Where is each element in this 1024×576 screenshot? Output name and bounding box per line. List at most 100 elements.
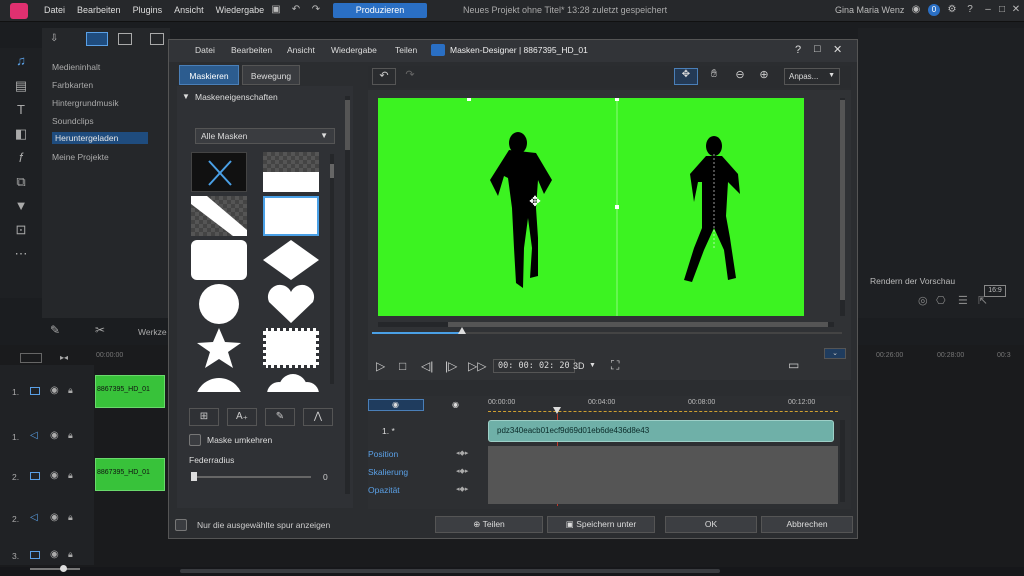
visibility-eye-icon[interactable]: ◉ (50, 470, 59, 481)
add-image-mask-icon[interactable]: ⊞ (189, 408, 219, 426)
mask-stamp[interactable] (263, 328, 319, 368)
props-scrollbar[interactable] (345, 96, 350, 494)
menu-datei[interactable]: Datei (44, 5, 65, 15)
hand-tool-icon[interactable]: ✋︎ (704, 68, 724, 85)
menu-wiedergabe[interactable]: Wiedergabe (216, 5, 265, 15)
mask-diamond[interactable] (263, 240, 319, 280)
visibility-eye-icon[interactable]: ◉ (50, 549, 59, 560)
camera-icon[interactable]: ⎔ (936, 294, 946, 307)
subtitle-room-icon[interactable]: ⊡ (13, 222, 29, 238)
kf-v-scrollbar[interactable] (840, 420, 845, 502)
audio-track-icon[interactable]: ◁ (30, 430, 38, 441)
pip-room-icon[interactable]: ⧉ (13, 174, 29, 190)
prev-frame-icon[interactable]: ◁| (421, 359, 433, 373)
keyframe-remove-icon[interactable]: ◉ (452, 400, 459, 409)
media-item-soundclips[interactable]: Soundclips (52, 116, 94, 126)
move-tool-icon[interactable]: ✥ (674, 68, 698, 85)
mask-circle[interactable] (191, 284, 247, 324)
audio-track-icon[interactable]: ◁ (30, 512, 38, 523)
next-frame-icon[interactable]: |▷ (445, 359, 457, 373)
playback-handle[interactable] (458, 327, 466, 334)
invert-mask-checkbox[interactable] (189, 434, 201, 446)
tab-bewegung[interactable]: Bewegung (242, 65, 300, 85)
detach-icon[interactable]: ⇱ (978, 294, 987, 307)
snapshot-icon[interactable]: ◎ (918, 294, 928, 307)
dlg-menu-bearbeiten[interactable]: Bearbeiten (231, 45, 272, 55)
timecode-display[interactable]: 00: 00: 02: 20 (493, 359, 575, 373)
account-icon[interactable]: ◉ (910, 4, 922, 16)
video-track-icon[interactable] (30, 387, 40, 395)
kf-zoom-slider[interactable] (368, 500, 488, 504)
play-icon[interactable]: ▷ (376, 359, 385, 373)
lock-icon[interactable]: 🔒︎ (68, 470, 73, 481)
collapse-triangle-icon[interactable]: ▼ (182, 92, 190, 101)
maximize-icon[interactable]: □ (814, 43, 821, 55)
visibility-eye-icon[interactable]: ◉ (50, 512, 59, 523)
mask-filter-dropdown[interactable]: Alle Masken ▼ (195, 128, 335, 144)
dlg-menu-datei[interactable]: Datei (195, 45, 215, 55)
props-scroll-thumb[interactable] (345, 100, 350, 150)
aspect-dropdown[interactable]: 16:9 (984, 285, 1006, 297)
chevron-down-icon[interactable]: ▼ (589, 362, 596, 369)
redo-icon[interactable]: ↷ (310, 4, 322, 16)
particle-room-icon[interactable]: ▼ (13, 198, 29, 214)
media-item-heruntergeladen[interactable]: Heruntergeladen (52, 132, 148, 144)
keyframe-nav-icon[interactable]: ◂◆▸ (456, 467, 468, 475)
lock-icon[interactable]: 🔒︎ (68, 549, 73, 560)
save-icon[interactable]: ▣ (270, 4, 282, 16)
keyframe-add-icon[interactable]: ◉ (392, 400, 399, 409)
help-icon[interactable]: ? (964, 4, 976, 16)
produce-button[interactable]: Produzieren (333, 3, 427, 18)
zoom-out-icon[interactable]: ⊖ (730, 68, 750, 85)
menu-bearbeiten[interactable]: Bearbeiten (77, 5, 121, 15)
help-icon[interactable]: ? (795, 44, 801, 56)
mask-burst[interactable] (191, 372, 247, 392)
zoom-handle[interactable] (60, 565, 67, 572)
video-clip[interactable]: 8867395_HD_01 (95, 375, 165, 408)
lock-icon[interactable]: 🔒︎ (68, 385, 73, 396)
mask-cloud[interactable] (263, 372, 319, 392)
save-as-button[interactable]: ▣ Speichern unter (547, 516, 655, 533)
grid-view-icon[interactable] (86, 32, 108, 46)
feather-slider[interactable] (191, 476, 311, 478)
redo-icon[interactable]: ↷ (398, 68, 422, 85)
preview-h-scroll-thumb[interactable] (448, 322, 828, 327)
undo-icon[interactable]: ↶ (290, 4, 302, 16)
scissors-icon[interactable]: ✂ (95, 323, 105, 337)
media-item-meine-projekte[interactable]: Meine Projekte (52, 152, 109, 162)
visibility-eye-icon[interactable]: ◉ (50, 385, 59, 396)
3d-mode-dropdown[interactable]: 3D (573, 361, 585, 371)
maximize-icon[interactable]: □ (996, 4, 1008, 16)
video-track-icon[interactable] (30, 551, 40, 559)
dlg-menu-ansicht[interactable]: Ansicht (287, 45, 315, 55)
video-clip[interactable]: 8867395_HD_01 (95, 458, 165, 491)
notification-badge[interactable]: 0 (928, 4, 940, 16)
filmstrip-icon[interactable] (118, 33, 132, 45)
more-icon[interactable]: ⋯ (13, 246, 29, 262)
undo-icon[interactable]: ↶ (372, 68, 396, 85)
title-room-icon[interactable]: T (13, 102, 29, 118)
kf-row-scale[interactable]: Skalierung (368, 467, 408, 477)
track-manager-icon[interactable] (20, 353, 42, 363)
close-icon[interactable]: ✕ (1010, 4, 1022, 16)
timeline-scroll-thumb[interactable] (180, 569, 720, 573)
lock-icon[interactable]: 🔒︎ (68, 512, 73, 523)
kf-row-position[interactable]: Position (368, 449, 398, 459)
import-icon[interactable]: ⇩ (50, 33, 64, 45)
zoom-in-icon[interactable]: ⊕ (754, 68, 774, 85)
shapes-scroll-thumb[interactable] (330, 164, 334, 178)
kf-playhead[interactable] (553, 407, 561, 414)
lock-icon[interactable]: 🔒︎ (68, 430, 73, 441)
keyframe-nav-icon[interactable]: ◂◆▸ (456, 485, 468, 493)
polygon-mask-icon[interactable]: ⋀ (303, 408, 333, 426)
menu-ansicht[interactable]: Ansicht (174, 5, 204, 15)
dlg-menu-wiedergabe[interactable]: Wiedergabe (331, 45, 377, 55)
mask-rectangle[interactable] (263, 196, 319, 236)
media-item-hintergrundmusik[interactable]: Hintergrundmusik (52, 98, 119, 108)
kf-row-opacity[interactable]: Opazität (368, 485, 400, 495)
settings-icon[interactable]: ⚙ (946, 4, 958, 16)
stop-icon[interactable]: □ (399, 359, 406, 373)
keyframe-nav-icon[interactable]: ◂◆▸ (456, 449, 468, 457)
brush-mask-icon[interactable]: ✎ (265, 408, 295, 426)
render-preview-label[interactable]: Rendern der Vorschau (870, 276, 955, 286)
